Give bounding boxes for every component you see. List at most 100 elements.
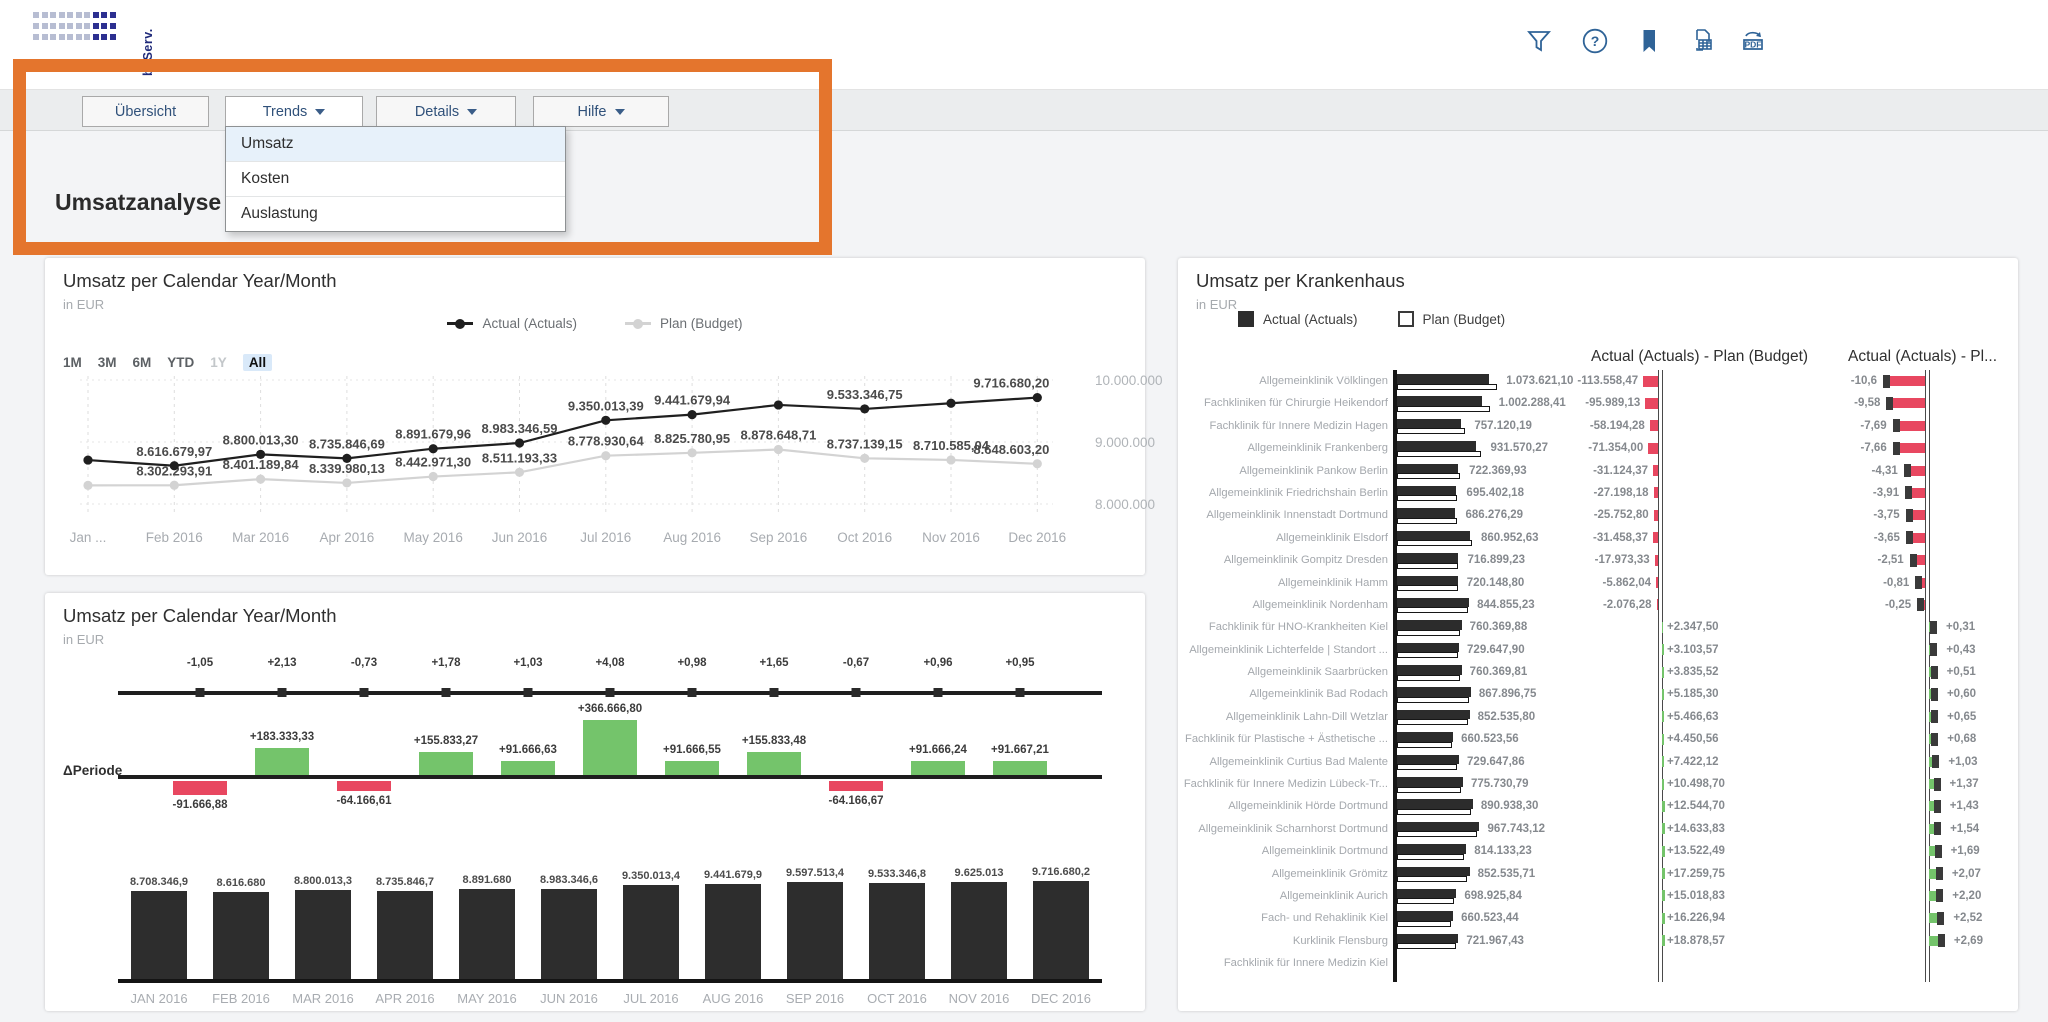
period-delta-bar	[993, 761, 1047, 775]
menu-item-trends[interactable]: Trends	[225, 96, 363, 127]
bar-value-label: 9.441.679,9	[704, 869, 762, 881]
actual-bar[interactable]	[1397, 844, 1467, 854]
plan-bar[interactable]	[1397, 943, 1456, 949]
variance-marker	[1934, 800, 1941, 813]
legend-item-plan[interactable]: Plan (Budget)	[1398, 311, 1506, 327]
help-icon[interactable]: ?	[1580, 26, 1610, 56]
menu-item-hilfe[interactable]: Hilfe	[533, 96, 669, 127]
dropdown-item-kosten[interactable]: Kosten	[226, 162, 565, 197]
actual-bar[interactable]	[1397, 553, 1458, 563]
variance-bar	[1662, 711, 1664, 722]
plan-bar[interactable]	[1397, 563, 1459, 569]
plan-bar[interactable]	[1397, 697, 1470, 703]
hospital-chart-card: Umsatz per Krankenhaus in EUR Actual (Ac…	[1178, 258, 2018, 1011]
variance-bar	[1645, 398, 1658, 409]
hospital-name: Fach- und Rehaklinik Kiel	[1180, 907, 1388, 929]
range-3m[interactable]: 3M	[98, 355, 117, 370]
plan-bar[interactable]	[1397, 451, 1482, 457]
variance-label: +16.226,94	[1667, 907, 1725, 929]
plan-bar[interactable]	[1397, 630, 1461, 636]
filter-icon[interactable]	[1524, 26, 1554, 56]
legend-item-actual[interactable]: Actual (Actuals)	[1238, 311, 1358, 327]
actual-bar[interactable]	[1397, 419, 1462, 429]
data-point	[774, 445, 783, 454]
actual-bar[interactable]	[1397, 643, 1460, 653]
actual-bar[interactable]	[1397, 867, 1470, 877]
plan-bar[interactable]	[1397, 831, 1478, 837]
export-pdf-icon[interactable]: PDF	[1738, 26, 1768, 56]
menu-item-uebersicht[interactable]: Übersicht	[82, 96, 209, 127]
actual-bar[interactable]	[1397, 777, 1463, 787]
plan-bar[interactable]	[1397, 876, 1468, 882]
hospital-row: Allgemeinklinik Curtius Bad Malente729.6…	[1178, 751, 2018, 773]
actual-bar[interactable]	[1397, 576, 1459, 586]
actual-bar[interactable]	[1397, 934, 1459, 944]
plan-bar[interactable]	[1397, 607, 1469, 613]
actual-bar[interactable]	[1397, 799, 1473, 809]
data-point	[946, 455, 955, 464]
plan-bar[interactable]	[1397, 428, 1466, 434]
plan-bar[interactable]	[1397, 764, 1458, 770]
plan-bar[interactable]	[1397, 585, 1458, 591]
actual-value-label: 729.647,90	[1467, 639, 1525, 661]
range-1y[interactable]: 1Y	[210, 355, 227, 370]
actual-bar[interactable]	[1397, 374, 1489, 384]
plan-bar[interactable]	[1397, 854, 1465, 860]
legend-item-actual[interactable]: Actual (Actuals)	[447, 316, 577, 331]
variance-marker	[1930, 621, 1937, 634]
actual-bar[interactable]	[1397, 911, 1454, 921]
plan-bar[interactable]	[1397, 787, 1462, 793]
variance-label: +1,03	[1948, 751, 1977, 773]
logo-dot	[84, 34, 90, 40]
x-axis-label: MAR 2016	[282, 991, 364, 1006]
plan-bar[interactable]	[1397, 921, 1451, 927]
hospital-row: Allgemeinklinik Pankow Berlin722.369,93-…	[1178, 460, 2018, 482]
menu-item-details[interactable]: Details	[376, 96, 516, 127]
actual-bar[interactable]	[1397, 889, 1457, 899]
actual-bar[interactable]	[1397, 687, 1471, 697]
plan-bar[interactable]	[1397, 675, 1461, 681]
plan-bar[interactable]	[1397, 406, 1490, 412]
actual-bar[interactable]	[1397, 508, 1456, 518]
plan-bar[interactable]	[1397, 473, 1461, 479]
actual-bar[interactable]	[1397, 710, 1470, 720]
range-6m[interactable]: 6M	[133, 355, 152, 370]
variance-label: +3.103,57	[1667, 639, 1718, 661]
bookmark-icon[interactable]	[1634, 26, 1664, 56]
plan-bar[interactable]	[1397, 495, 1458, 501]
actual-bar[interactable]	[1397, 531, 1471, 541]
export-spreadsheet-icon[interactable]	[1686, 26, 1716, 56]
actual-bar[interactable]	[1397, 822, 1480, 832]
variance-label: -9,58	[1760, 392, 1880, 414]
variance-label: -3,91	[1779, 482, 1899, 504]
variance-marker	[1930, 643, 1937, 656]
plan-bar[interactable]	[1397, 384, 1498, 390]
plan-bar[interactable]	[1397, 652, 1458, 658]
variance-label: -7,69	[1767, 415, 1887, 437]
dropdown-item-auslastung[interactable]: Auslastung	[226, 197, 565, 231]
actual-bar[interactable]	[1397, 464, 1459, 474]
plan-bar[interactable]	[1397, 540, 1472, 546]
actual-bar[interactable]	[1397, 396, 1483, 406]
actual-bar[interactable]	[1397, 755, 1460, 765]
actual-bar[interactable]	[1397, 598, 1469, 608]
plan-bar[interactable]	[1397, 518, 1457, 524]
bar-value-label: 8.983.346,6	[540, 874, 598, 886]
actual-bar[interactable]	[1397, 665, 1462, 675]
actual-bar[interactable]	[1397, 732, 1454, 742]
x-axis-label: Jun 2016	[492, 530, 548, 545]
plan-bar[interactable]	[1397, 719, 1469, 725]
actual-bar[interactable]	[1397, 620, 1462, 630]
plan-bar[interactable]	[1397, 809, 1471, 815]
range-all[interactable]: All	[243, 354, 272, 371]
variance-bar	[1890, 376, 1925, 386]
x-axis-label: FEB 2016	[200, 991, 282, 1006]
range-1m[interactable]: 1M	[63, 355, 82, 370]
legend-item-plan[interactable]: Plan (Budget)	[625, 316, 743, 331]
actual-bar[interactable]	[1397, 486, 1457, 496]
plan-bar[interactable]	[1397, 742, 1452, 748]
plan-bar[interactable]	[1397, 898, 1455, 904]
range-ytd[interactable]: YTD	[167, 355, 194, 370]
dropdown-item-umsatz[interactable]: Umsatz	[226, 127, 565, 162]
actual-bar[interactable]	[1397, 441, 1477, 451]
